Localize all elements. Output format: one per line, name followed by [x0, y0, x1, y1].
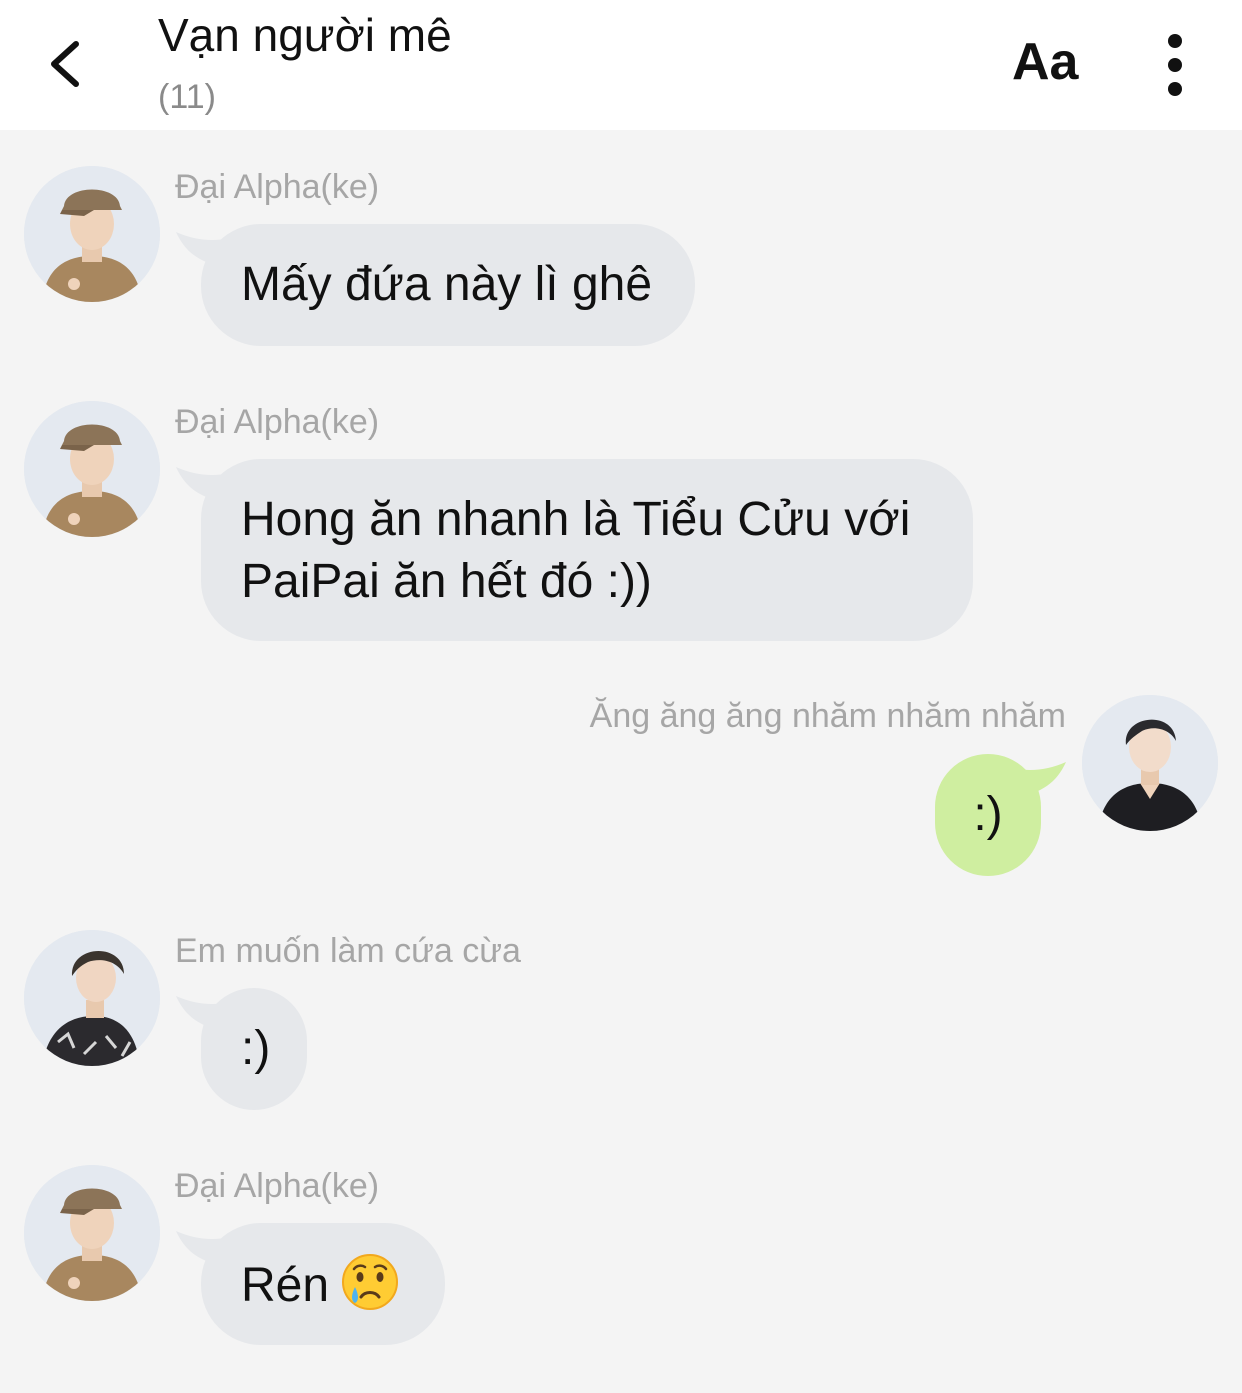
chat-header: Vạn người mê (11) Aa: [0, 0, 1242, 130]
sender-name: Đại Alpha(ke): [175, 1167, 380, 1205]
message-bubble[interactable]: Rén: [201, 1223, 445, 1345]
message-text: Mấy đứa này lì ghê: [241, 258, 653, 311]
avatar-dai-alpha[interactable]: [24, 401, 160, 537]
back-button[interactable]: [40, 28, 100, 100]
message-bubble[interactable]: Hong ăn nhanh là Tiểu Cửu với PaiPai ăn …: [201, 459, 973, 641]
message-text: Hong ăn nhanh là Tiểu Cửu với PaiPai ăn …: [241, 493, 911, 608]
avatar-dai-alpha[interactable]: [24, 166, 160, 302]
avatar-self[interactable]: [1082, 695, 1218, 831]
message-text: :): [973, 788, 1003, 841]
sender-name: Đại Alpha(ke): [175, 168, 380, 206]
sender-name: Ăng ăng ăng nhăm nhăm nhăm: [589, 697, 1066, 735]
crying-face-emoji: [342, 1254, 399, 1310]
font-size-button[interactable]: Aa: [1012, 36, 1078, 88]
chevron-left-icon: [51, 41, 79, 87]
sender-name: Đại Alpha(ke): [175, 403, 380, 441]
chat-title[interactable]: Vạn người mê: [158, 8, 452, 62]
message-text: Rén: [241, 1259, 330, 1312]
message-bubble[interactable]: :): [935, 754, 1041, 876]
message-bubble[interactable]: :): [201, 988, 307, 1110]
avatar-dai-alpha[interactable]: [24, 1165, 160, 1301]
message-bubble[interactable]: Mấy đứa này lì ghê: [201, 224, 695, 346]
message-text: :): [241, 1022, 271, 1075]
avatar-em-muon[interactable]: [24, 930, 160, 1066]
more-options-button[interactable]: [1155, 30, 1195, 100]
sender-name: Em muốn làm cứa cừa: [175, 932, 521, 970]
member-count: (11): [158, 78, 216, 116]
